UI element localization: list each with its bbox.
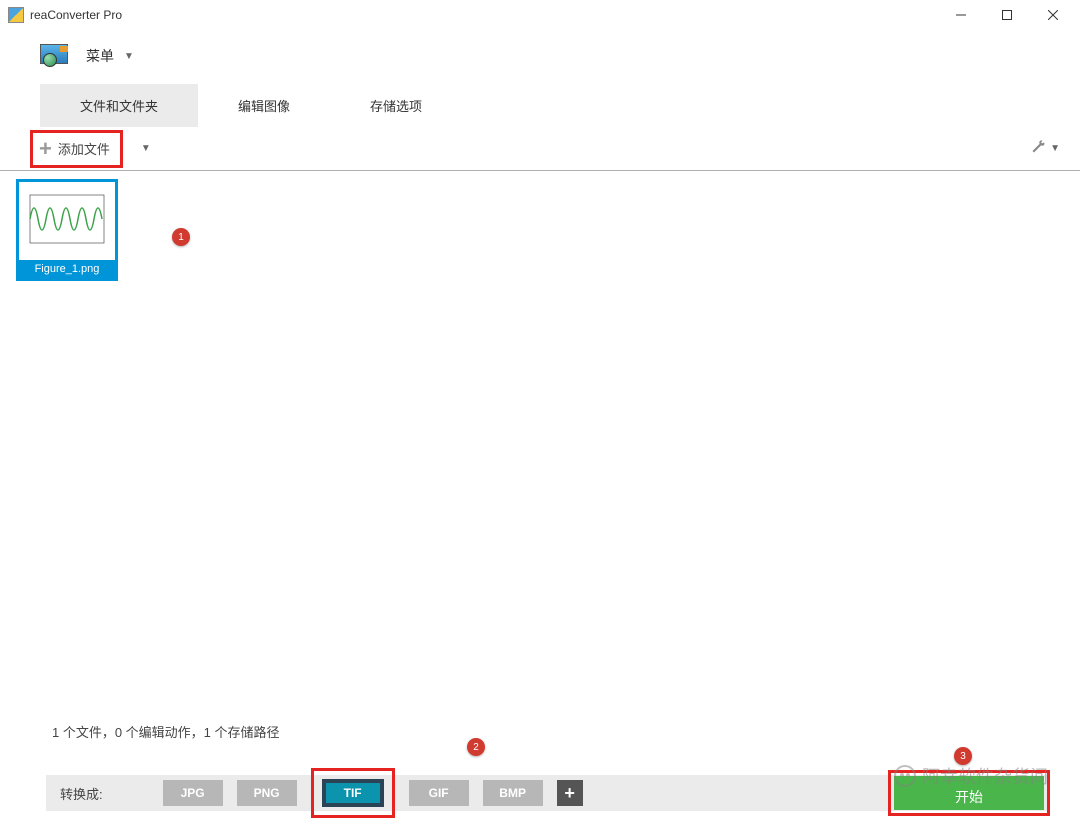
- tab-edit[interactable]: 编辑图像: [198, 84, 330, 127]
- format-tif-highlight: TIF: [311, 768, 395, 818]
- format-gif[interactable]: GIF: [409, 780, 469, 806]
- file-thumbnail: [19, 182, 115, 260]
- convert-label: 转换成:: [46, 784, 163, 803]
- annotation-badge-1: 1: [172, 228, 190, 246]
- format-tif[interactable]: TIF: [322, 779, 384, 807]
- format-buttons: JPG PNG TIF GIF BMP +: [163, 778, 583, 808]
- file-list: Figure_1.png 1: [0, 171, 1080, 691]
- format-bmp[interactable]: BMP: [483, 780, 543, 806]
- file-item[interactable]: Figure_1.png: [16, 179, 118, 281]
- annotation-badge-3: 3: [954, 747, 972, 765]
- menu-label: 菜单: [86, 46, 114, 66]
- toolbar: + 添加文件 ▼ ▼: [0, 127, 1080, 171]
- format-png[interactable]: PNG: [237, 780, 297, 806]
- menu-button[interactable]: 菜单 ▼: [86, 46, 134, 66]
- maximize-button[interactable]: [984, 0, 1030, 30]
- titlebar: reaConverter Pro: [0, 0, 1080, 30]
- minimize-button[interactable]: [938, 0, 984, 30]
- app-icon: [8, 7, 24, 23]
- add-files-label: 添加文件: [58, 139, 110, 158]
- format-jpg[interactable]: JPG: [163, 780, 223, 806]
- menu-icon: [40, 44, 70, 68]
- settings-button[interactable]: [1030, 139, 1046, 158]
- tab-save[interactable]: 存储选项: [330, 84, 462, 127]
- tabs: 文件和文件夹 编辑图像 存储选项: [0, 84, 1080, 127]
- start-button[interactable]: 开始: [894, 776, 1044, 810]
- status-text: 1 个文件，0 个编辑动作，1 个存储路径: [52, 722, 280, 741]
- close-button[interactable]: [1030, 0, 1076, 30]
- menu-row: 菜单 ▼: [0, 30, 1080, 84]
- plus-icon: +: [39, 138, 52, 160]
- tab-files[interactable]: 文件和文件夹: [40, 84, 198, 127]
- file-name: Figure_1.png: [19, 260, 115, 278]
- format-add-button[interactable]: +: [557, 780, 583, 806]
- annotation-badge-2: 2: [467, 738, 485, 756]
- settings-dropdown[interactable]: ▼: [1050, 143, 1060, 154]
- start-highlight: 开始: [888, 770, 1050, 816]
- add-files-dropdown[interactable]: ▼: [141, 143, 151, 154]
- caret-down-icon: ▼: [124, 51, 134, 62]
- app-title: reaConverter Pro: [30, 8, 122, 22]
- convert-bar: 转换成: JPG PNG TIF GIF BMP + 开始: [46, 775, 1050, 811]
- add-files-button[interactable]: + 添加文件: [30, 130, 123, 168]
